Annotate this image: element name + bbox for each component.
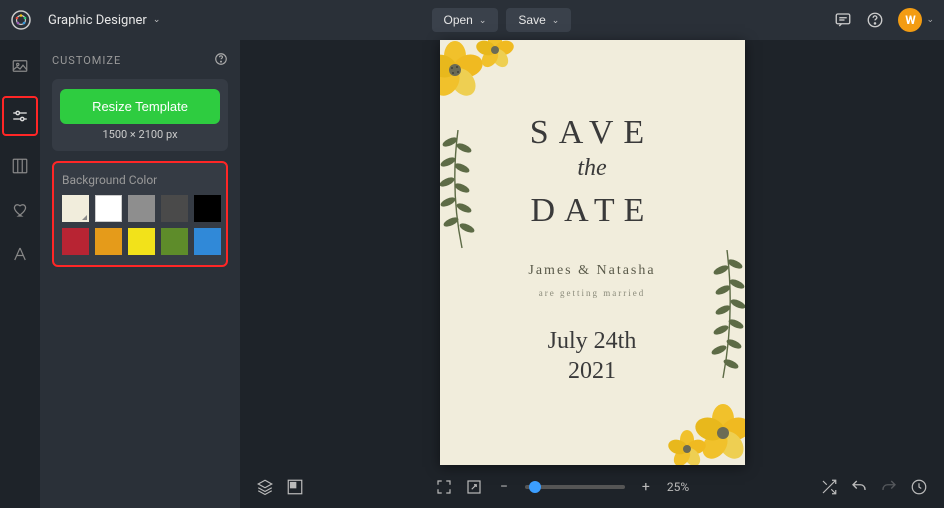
- swatch-orange[interactable]: [95, 228, 122, 255]
- user-menu[interactable]: W ⌄: [898, 8, 934, 32]
- customize-panel: CUSTOMIZE Resize Template 1500 × 2100 px…: [40, 40, 240, 508]
- doc-headline-1[interactable]: SAVE: [440, 114, 745, 152]
- avatar-letter: W: [905, 13, 916, 27]
- plus-icon: +: [642, 479, 650, 495]
- background-color-card: Background Color: [52, 161, 228, 267]
- chevron-down-icon: ⌄: [552, 15, 560, 26]
- zoom-level-label: 25%: [667, 480, 689, 494]
- doc-event-date[interactable]: July 24th: [440, 328, 745, 355]
- fit-screen-icon[interactable]: [435, 478, 453, 496]
- canvas-area: SAVE the DATE James & Natasha are gettin…: [240, 40, 944, 508]
- swatch-darkgray[interactable]: [161, 195, 188, 222]
- chat-icon[interactable]: [834, 11, 852, 29]
- page-layout-icon[interactable]: [286, 478, 304, 496]
- open-button[interactable]: Open ⌄: [432, 8, 499, 32]
- doc-event-year[interactable]: 2021: [440, 358, 745, 385]
- customize-tool-icon[interactable]: [6, 102, 34, 130]
- app-mode-dropdown[interactable]: Graphic Designer ⌄: [40, 9, 168, 32]
- swatch-crimson[interactable]: [62, 228, 89, 255]
- swatch-gray[interactable]: [128, 195, 155, 222]
- zoom-in-button[interactable]: +: [637, 478, 655, 496]
- doc-names[interactable]: James & Natasha: [440, 263, 745, 279]
- chevron-down-icon: ⌄: [926, 15, 934, 25]
- template-dimensions: 1500 × 2100 px: [60, 128, 220, 141]
- image-tool-icon[interactable]: [6, 52, 34, 80]
- tool-rail: [0, 40, 40, 508]
- swatch-black[interactable]: [194, 195, 221, 222]
- redo-icon[interactable]: [880, 478, 898, 496]
- layers-icon[interactable]: [256, 478, 274, 496]
- doc-headline-2[interactable]: the: [440, 155, 745, 182]
- panel-title: CUSTOMIZE: [52, 54, 121, 67]
- layout-tool-icon[interactable]: [6, 152, 34, 180]
- doc-headline-3[interactable]: DATE: [440, 192, 745, 230]
- undo-icon[interactable]: [850, 478, 868, 496]
- app-logo-icon: [10, 9, 32, 31]
- chevron-down-icon: ⌄: [153, 15, 161, 25]
- bottom-toolbar: − + 25%: [240, 465, 944, 508]
- swatch-blue[interactable]: [194, 228, 221, 255]
- swatch-grid: [62, 195, 218, 255]
- shuffle-icon[interactable]: [820, 478, 838, 496]
- resize-label: Resize Template: [92, 99, 188, 114]
- avatar: W: [898, 8, 922, 32]
- open-label: Open: [444, 13, 473, 27]
- swatch-white[interactable]: [95, 195, 122, 222]
- favorites-tool-icon[interactable]: [6, 196, 34, 224]
- help-icon[interactable]: [866, 11, 884, 29]
- swatch-current[interactable]: [62, 195, 89, 222]
- swatch-olive[interactable]: [161, 228, 188, 255]
- doc-subtitle[interactable]: are getting married: [440, 288, 745, 298]
- top-bar: Graphic Designer ⌄ Open ⌄ Save ⌄ W ⌄: [0, 0, 944, 40]
- flower-decoration: [655, 371, 745, 465]
- text-tool-icon[interactable]: [6, 240, 34, 268]
- chevron-down-icon: ⌄: [479, 15, 487, 26]
- minus-icon: −: [500, 479, 508, 495]
- canvas-viewport[interactable]: SAVE the DATE James & Natasha are gettin…: [240, 40, 944, 465]
- app-mode-label: Graphic Designer: [48, 13, 147, 28]
- zoom-slider-knob[interactable]: [529, 481, 541, 493]
- zoom-out-button[interactable]: −: [495, 478, 513, 496]
- save-label: Save: [518, 13, 545, 27]
- swatch-yellow[interactable]: [128, 228, 155, 255]
- resize-template-button[interactable]: Resize Template: [60, 89, 220, 124]
- bg-color-label: Background Color: [62, 173, 218, 187]
- panel-help-icon[interactable]: [214, 52, 228, 69]
- zoom-slider[interactable]: [525, 485, 625, 489]
- save-button[interactable]: Save ⌄: [506, 8, 571, 32]
- template-document[interactable]: SAVE the DATE James & Natasha are gettin…: [440, 40, 745, 465]
- expand-icon[interactable]: [465, 478, 483, 496]
- history-icon[interactable]: [910, 478, 928, 496]
